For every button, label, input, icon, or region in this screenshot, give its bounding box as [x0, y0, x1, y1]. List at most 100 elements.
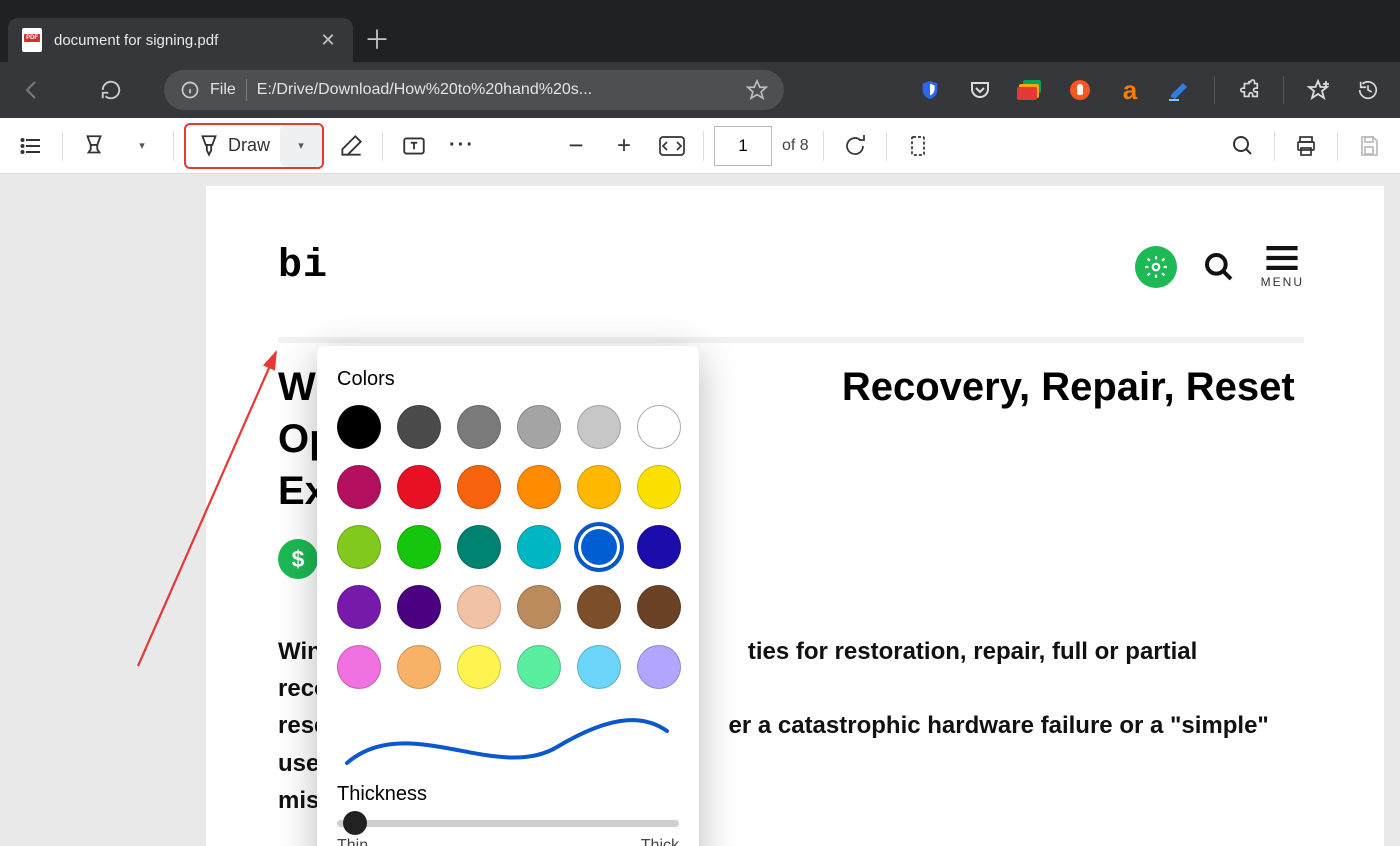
puzzle-icon — [1238, 79, 1260, 101]
erase-button[interactable] — [330, 125, 372, 167]
color-swatch[interactable] — [337, 405, 381, 449]
ext-a[interactable]: a — [1108, 68, 1152, 112]
color-swatch[interactable] — [577, 525, 621, 569]
url-path: E:/Drive/Download/How%20to%20hand%20s... — [257, 81, 736, 99]
affiliate-badge[interactable]: $ — [278, 539, 318, 579]
color-swatch[interactable] — [517, 645, 561, 689]
color-swatch[interactable] — [457, 525, 501, 569]
color-swatch[interactable] — [457, 585, 501, 629]
thickness-slider[interactable] — [337, 820, 679, 827]
color-swatch[interactable] — [637, 645, 681, 689]
page-view-button[interactable] — [897, 125, 939, 167]
reload-button[interactable] — [90, 69, 132, 111]
fit-width-icon — [659, 136, 685, 156]
save-icon — [1357, 134, 1381, 158]
color-swatch[interactable] — [397, 465, 441, 509]
arrow-left-icon — [19, 78, 43, 102]
list-icon — [19, 134, 43, 158]
highlighter-tool-icon — [81, 133, 107, 159]
slider-thumb[interactable] — [343, 811, 367, 835]
text-button[interactable] — [393, 125, 435, 167]
color-swatch-grid — [337, 405, 679, 689]
site-info-icon — [180, 80, 200, 100]
color-swatch[interactable] — [577, 585, 621, 629]
extensions-button[interactable] — [1227, 68, 1271, 112]
browser-navbar: File E:/Drive/Download/How%20to%20hand%2… — [0, 62, 1400, 118]
zoom-in-button[interactable]: + — [603, 125, 645, 167]
ext-privacy[interactable] — [1058, 68, 1102, 112]
color-swatch[interactable] — [337, 585, 381, 629]
color-swatch[interactable] — [637, 525, 681, 569]
draw-options-popover: Colors Thickness Thin Thick — [317, 346, 699, 846]
rotate-icon — [843, 134, 867, 158]
color-swatch[interactable] — [337, 525, 381, 569]
ext-pocket[interactable] — [958, 68, 1002, 112]
color-swatch[interactable] — [397, 645, 441, 689]
star-plus-icon — [1306, 78, 1330, 102]
star-icon — [746, 79, 768, 101]
badge-icon — [1068, 78, 1092, 102]
tab-close-button[interactable]: ✕ — [317, 30, 339, 51]
color-swatch[interactable] — [577, 405, 621, 449]
draw-button[interactable]: Draw — [186, 125, 280, 167]
draw-dropdown[interactable]: ▾ — [280, 125, 322, 167]
menu-button[interactable]: MENU — [1261, 245, 1304, 289]
search-icon — [1203, 251, 1235, 283]
pdf-toolbar: ▾ Draw ▾ ··· − + of 8 — [0, 118, 1400, 174]
eraser-icon — [338, 133, 364, 159]
color-swatch[interactable] — [337, 465, 381, 509]
color-swatch[interactable] — [637, 585, 681, 629]
highlight-button[interactable] — [73, 125, 115, 167]
zoom-out-button[interactable]: − — [555, 125, 597, 167]
color-swatch[interactable] — [637, 465, 681, 509]
browser-tab[interactable]: document for signing.pdf ✕ — [8, 18, 353, 62]
color-swatch[interactable] — [577, 645, 621, 689]
color-swatch[interactable] — [517, 585, 561, 629]
color-swatch[interactable] — [637, 405, 681, 449]
thick-label: Thick — [641, 837, 679, 846]
ext-paint[interactable] — [1158, 68, 1202, 112]
color-swatch[interactable] — [397, 525, 441, 569]
color-swatch[interactable] — [517, 465, 561, 509]
toc-button[interactable] — [10, 125, 52, 167]
color-swatch[interactable] — [457, 465, 501, 509]
print-button[interactable] — [1285, 125, 1327, 167]
color-swatch[interactable] — [397, 405, 441, 449]
color-swatch[interactable] — [397, 585, 441, 629]
favorite-button[interactable] — [746, 79, 768, 101]
ext-files[interactable] — [1008, 68, 1052, 112]
color-swatch[interactable] — [517, 405, 561, 449]
brand-text: bi — [278, 244, 328, 289]
address-bar[interactable]: File E:/Drive/Download/How%20to%20hand%2… — [164, 70, 784, 110]
url-scheme-label: File — [210, 81, 236, 99]
new-tab-button[interactable]: ＋ — [353, 18, 401, 62]
highlight-dropdown[interactable]: ▾ — [121, 125, 163, 167]
favorites-button[interactable] — [1296, 68, 1340, 112]
thickness-heading: Thickness — [337, 783, 679, 806]
settings-badge[interactable] — [1135, 246, 1177, 288]
more-button[interactable]: ··· — [441, 125, 483, 167]
find-button[interactable] — [1222, 125, 1264, 167]
save-button[interactable] — [1348, 125, 1390, 167]
color-swatch[interactable] — [517, 525, 561, 569]
menu-label: MENU — [1261, 275, 1304, 289]
fit-width-button[interactable] — [651, 125, 693, 167]
page-search-button[interactable] — [1203, 251, 1235, 283]
thickness-preview — [337, 717, 679, 773]
color-swatch[interactable] — [577, 465, 621, 509]
hamburger-icon — [1265, 245, 1299, 271]
color-swatch[interactable] — [457, 405, 501, 449]
textbox-icon — [401, 133, 427, 159]
pen-tool-icon — [196, 133, 222, 159]
ext-bitwarden[interactable] — [908, 68, 952, 112]
browser-titlebar: document for signing.pdf ✕ ＋ — [0, 0, 1400, 62]
back-button[interactable] — [10, 69, 52, 111]
rotate-button[interactable] — [834, 125, 876, 167]
color-swatch[interactable] — [337, 645, 381, 689]
pdf-viewport[interactable]: bi MENU Windows 10 and Windows 11 Recove… — [0, 174, 1400, 846]
history-icon — [1357, 79, 1379, 101]
history-button[interactable] — [1346, 68, 1390, 112]
page-input[interactable] — [714, 126, 772, 166]
color-swatch[interactable] — [457, 645, 501, 689]
page-count: of 8 — [778, 137, 813, 155]
